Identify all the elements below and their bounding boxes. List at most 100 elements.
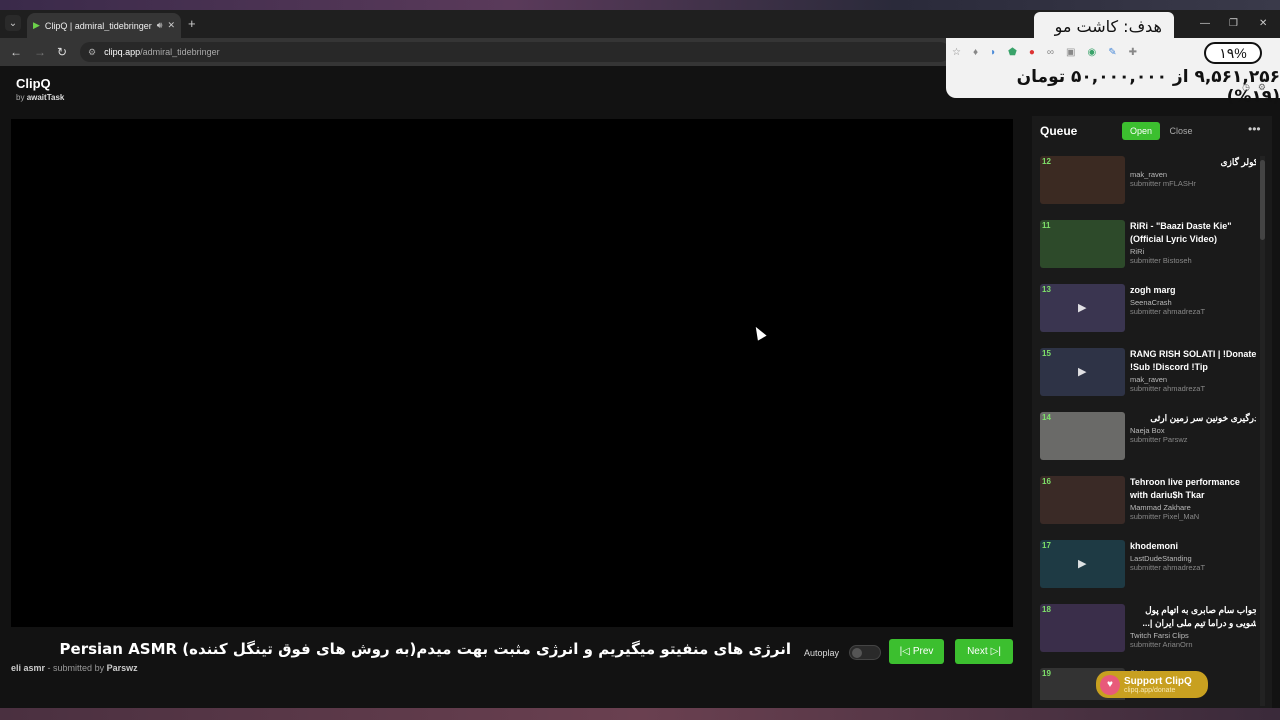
- queue-number: 14: [1042, 413, 1051, 422]
- queue-item-title: Tehroon live performance with dariu$h Tk…: [1130, 477, 1240, 500]
- queue-item[interactable]: 17 ▶ khodemoni LastDudeStanding submitter ah…: [1040, 540, 1256, 592]
- queue-item-title: RiRi - "Baazi Daste Kie" (Official Lyric…: [1130, 221, 1232, 244]
- queue-title: Queue: [1040, 124, 1078, 138]
- extension-icon[interactable]: ●: [1029, 47, 1035, 58]
- queue-close-button[interactable]: Close: [1164, 122, 1198, 140]
- queue-thumbnail[interactable]: 18: [1040, 604, 1125, 652]
- queue-item-channel: Twitch Farsi Clips: [1130, 631, 1189, 640]
- extension-icon[interactable]: ◉: [1087, 47, 1096, 58]
- queue-item-channel: LastDudeStanding: [1130, 554, 1192, 563]
- app-name[interactable]: ClipQ: [16, 76, 64, 91]
- play-icon: ▶: [1078, 366, 1087, 378]
- more-options-icon[interactable]: •••: [1248, 122, 1261, 136]
- queue-item-submitter: submitter Pixel_MaN: [1130, 512, 1200, 521]
- scrollbar-thumb[interactable]: [1260, 160, 1265, 240]
- queue-item-submitter: submitter mFLASHr: [1130, 179, 1196, 188]
- prev-button[interactable]: |◁ Prev: [889, 639, 944, 664]
- queue-item[interactable]: 16 Tehroon live performance with dariu$h …: [1040, 476, 1256, 528]
- queue-thumbnail[interactable]: 16: [1040, 476, 1125, 524]
- queue-thumbnail[interactable]: 11: [1040, 220, 1125, 268]
- overlay-icons: ◷ ⚙: [1242, 82, 1266, 93]
- queue-item-channel: SeenaCrash: [1130, 298, 1172, 307]
- puzzle-icon[interactable]: ✚: [1129, 47, 1137, 58]
- queue-thumbnail[interactable]: 12: [1040, 156, 1125, 204]
- queue-item-channel: Mammad Zakhare: [1130, 503, 1191, 512]
- video-player[interactable]: [11, 119, 1013, 627]
- desktop-wallpaper-strip: [0, 0, 1280, 10]
- support-label: Support ClipQ: [1124, 675, 1192, 687]
- desktop-wallpaper-strip: [0, 708, 1280, 720]
- queue-item-submitter: submitter Parswz: [1130, 435, 1188, 444]
- queue-item-title: درگیری خونین سر زمین ارثی: [1150, 413, 1256, 423]
- goal-percent-badge: ۱۹%: [1204, 42, 1262, 64]
- queue-item[interactable]: 15 ▶ RANG RISH SOLATI | !Donate !Sub !Disc…: [1040, 348, 1256, 400]
- play-icon: ▶: [1078, 558, 1087, 570]
- new-tab-button[interactable]: +: [188, 16, 196, 31]
- url-field[interactable]: ⚙ clipq.app/admiral_tidebringer: [80, 42, 950, 62]
- close-tab-icon[interactable]: ✕: [167, 20, 175, 31]
- speaker-icon[interactable]: 🔊︎: [157, 20, 163, 31]
- queue-item[interactable]: 13 ▶ zogh marg SeenaCrash submitter ahmadrez…: [1040, 284, 1256, 336]
- queue-item-channel: Naeja Box: [1130, 426, 1165, 435]
- queue-item[interactable]: 12 کولر گازی mak_raven submitter mFLASHr: [1040, 156, 1256, 208]
- autoplay-control: Autoplay: [804, 645, 882, 660]
- history-icon[interactable]: ◷: [1242, 82, 1250, 93]
- queue-item-title: جواب سام صابری به اتهام پول شویی و دراما…: [1142, 605, 1256, 628]
- queue-item-submitter: submitter Bistoseh: [1130, 256, 1192, 265]
- queue-thumbnail[interactable]: 13 ▶: [1040, 284, 1125, 332]
- tab-title: ClipQ | admiral_tidebringer: [44, 20, 152, 31]
- extension-icon[interactable]: ∞: [1047, 47, 1054, 58]
- queue-number: 11: [1042, 221, 1051, 230]
- play-icon: ▶: [1078, 302, 1087, 314]
- extension-icon[interactable]: ◗: [990, 47, 996, 58]
- browser-tab-active[interactable]: ▶ ClipQ | admiral_tidebringer 🔊︎ ✕: [27, 13, 181, 38]
- queue-number: 17: [1042, 541, 1051, 550]
- video-channel[interactable]: eli asmr: [11, 663, 45, 673]
- queue-open-button[interactable]: Open: [1122, 122, 1160, 140]
- queue-thumbnail[interactable]: 15 ▶: [1040, 348, 1125, 396]
- skip-next-icon: ▷|: [990, 646, 1001, 657]
- queue-item-channel: mak_raven: [1130, 170, 1168, 179]
- next-button[interactable]: Next ▷|: [955, 639, 1013, 664]
- forward-icon[interactable]: →: [34, 45, 46, 59]
- queue-scrollbar[interactable]: [1260, 156, 1265, 706]
- support-button[interactable]: ♥ Support ClipQ clipq.app/donate: [1096, 671, 1208, 698]
- url-host: clipq.app: [104, 47, 141, 57]
- brand: ClipQ by awaitTask: [16, 76, 64, 102]
- queue-item[interactable]: 11 RiRi - "Baazi Daste Kie" (Official Lyr…: [1040, 220, 1256, 272]
- tab-search-button[interactable]: ⌄: [5, 15, 21, 31]
- queue-number: 19: [1042, 669, 1051, 678]
- queue-item-title: khodemoni: [1130, 541, 1179, 551]
- queue-item[interactable]: 18 جواب سام صابری به اتهام پول شویی و درا…: [1040, 604, 1256, 656]
- queue-item-submitter: submitter ahmadrezaT: [1130, 307, 1206, 316]
- queue-item[interactable]: 14 درگیری خونین سر زمین ارثی Naeja Box subm…: [1040, 412, 1256, 464]
- queue-item-title: RANG RISH SOLATI | !Donate !Sub !Discord…: [1130, 349, 1256, 372]
- author-name[interactable]: awaitTask: [27, 93, 65, 102]
- reload-icon[interactable]: ↻: [57, 45, 67, 59]
- queue-number: 18: [1042, 605, 1051, 614]
- autoplay-toggle[interactable]: [849, 645, 882, 660]
- queue-item-title: کولر گازی: [1220, 157, 1256, 167]
- extension-icon[interactable]: ♦: [973, 47, 978, 58]
- extension-icon[interactable]: ▣: [1066, 47, 1075, 58]
- queue-panel: Queue Open Close ••• 12 کولر گازی mak_rave…: [1032, 116, 1272, 708]
- back-icon[interactable]: ←: [10, 45, 22, 59]
- queue-item-submitter: submitter ahmadrezaT: [1130, 384, 1206, 393]
- queue-item-channel: RiRi: [1130, 247, 1145, 256]
- video-submitter[interactable]: Parswz: [107, 663, 138, 673]
- extension-icon[interactable]: ✎: [1108, 47, 1116, 58]
- brand-byline: by awaitTask: [16, 93, 65, 102]
- site-info-icon[interactable]: ⚙: [88, 47, 96, 58]
- shield-icon[interactable]: ⬟: [1008, 47, 1017, 58]
- video-meta: eli asmr - submitted by Parswz: [11, 663, 138, 673]
- bookmark-star-icon[interactable]: ☆: [952, 47, 961, 58]
- queue-thumbnail[interactable]: 17 ▶: [1040, 540, 1125, 588]
- extension-icons: ☆ ♦ ◗ ⬟ ● ∞ ▣ ◉ ✎ ✚: [952, 43, 1207, 61]
- settings-icon[interactable]: ⚙: [1258, 82, 1266, 93]
- queue-item-submitter: submitter ArianOrn: [1130, 640, 1193, 649]
- donation-goal-overlay: هدف: کاشت مو ☆ ♦ ◗ ⬟ ● ∞ ▣ ◉ ✎ ✚ ۱۹% ۹,۵…: [946, 10, 1280, 107]
- queue-item-channel: mak_raven: [1130, 375, 1168, 384]
- play-favicon-icon: ▶: [33, 20, 40, 30]
- queue-thumbnail[interactable]: 14: [1040, 412, 1125, 460]
- url-path: /admiral_tidebringer: [140, 47, 220, 57]
